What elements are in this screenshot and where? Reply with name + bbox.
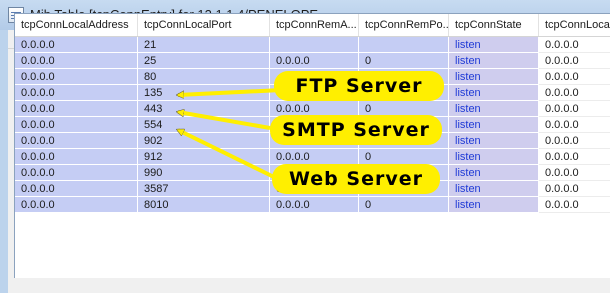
- annotation-overlay: [0, 88, 283, 180]
- smtp-server-callout: SMTP Server: [270, 115, 442, 145]
- ftp-server-callout: FTP Server: [274, 71, 444, 101]
- web-server-callout: Web Server: [272, 164, 440, 194]
- smtp-arrow: [178, 112, 271, 130]
- ftp-arrow: [178, 88, 283, 95]
- web-arrow: [178, 128, 277, 180]
